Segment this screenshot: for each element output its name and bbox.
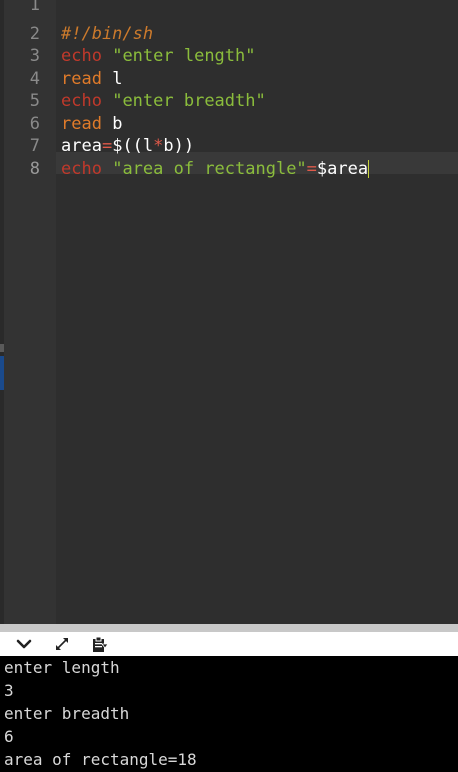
line-text: #!/bin/sh [61,23,153,45]
line-text: area=$((l*b)) [61,135,194,157]
line-text: read b [61,113,122,135]
code-editor[interactable]: 1 2 #!/bin/sh 3 echo "enter length" 4 read l 5 e… [0,0,458,624]
line-text: echo "enter length" [61,45,256,67]
code-token: "area of rectangle" [112,158,307,179]
code-token: $area [316,158,369,179]
terminal-line: enter breadth [4,704,130,723]
line-number: 6 [29,113,40,134]
expand-icon[interactable] [52,635,72,653]
panel-divider[interactable] [0,624,458,632]
line-number: 5 [29,91,40,111]
code-token: b [101,113,123,134]
terminal-line: 6 [4,727,14,746]
code-token: read [61,68,102,89]
app-root: 1 2 #!/bin/sh 3 echo "enter length" 4 read l 5 e… [0,0,458,772]
line-number: 7 [29,136,40,156]
code-token: l [101,68,123,89]
code-line[interactable]: 7 area=$((l*b)) [0,135,458,157]
code-token: $((l [112,136,154,156]
code-token: echo [61,46,102,66]
code-token: read [61,113,102,134]
line-number: 4 [29,68,40,89]
terminal-line: enter length [4,658,120,677]
code-token: #!/bin/sh [61,23,154,44]
line-number: 1 [29,0,40,15]
code-line[interactable]: 5 echo "enter breadth" [0,90,458,112]
code-line[interactable]: 8 echo "area of rectangle"=$area [0,158,458,180]
line-text: read l [61,68,122,90]
line-text: echo "area of rectangle"=$area [61,158,370,180]
code-token: echo [61,158,102,179]
line-number: 3 [29,46,40,66]
code-line[interactable]: 6 read b [0,113,458,135]
code-line[interactable]: 3 echo "enter length" [0,45,458,67]
code-token: echo [61,91,102,111]
code-token: = [306,158,317,179]
code-token: = [101,136,113,156]
code-token: "enter length" [112,46,256,66]
line-text: echo "enter breadth" [61,90,266,112]
code-token: "enter breadth" [112,91,266,111]
terminal-output[interactable]: enter length 3 enter breadth 6 area of r… [0,656,458,772]
clipboard-icon[interactable] [90,635,110,653]
code-line[interactable]: 1 [0,0,458,16]
terminal-toolbar [0,632,458,656]
chevron-down-icon[interactable] [14,635,34,653]
terminal-line: 3 [4,681,14,700]
code-token: b)) [163,136,195,156]
code-token: area [61,136,102,156]
code-line[interactable]: 2 #!/bin/sh [0,23,458,45]
code-line[interactable]: 4 read l [0,68,458,90]
text-cursor [368,159,370,178]
terminal-line: area of rectangle=18 [4,750,197,769]
line-number: 8 [29,158,40,179]
code-token: * [153,136,164,156]
line-number: 2 [29,23,40,44]
